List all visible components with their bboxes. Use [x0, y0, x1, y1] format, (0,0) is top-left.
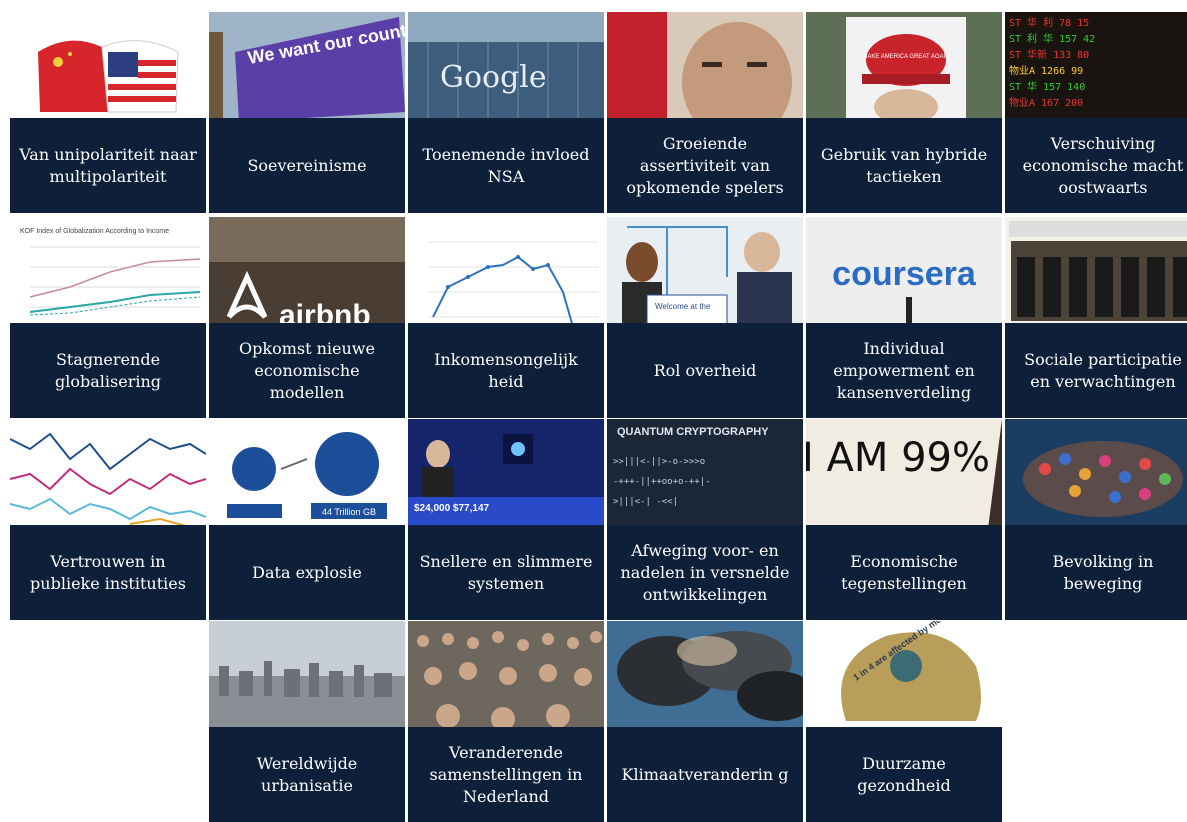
tile-label: Wereldwijde urbanisatie: [209, 727, 405, 822]
tile-label: Veranderende samenstellingen in Nederlan…: [408, 727, 604, 822]
tile-data-explosion[interactable]: 44 Trillion GB Data explosie: [209, 419, 405, 620]
svg-text:-+++-||++oo+o-++|-: -+++-||++oo+o-++|-: [613, 477, 711, 487]
svg-text:物业A 1266 99: 物业A 1266 99: [1009, 64, 1083, 77]
svg-text:ST 华新 133 80: ST 华新 133 80: [1009, 48, 1089, 61]
tile-trust-institutions[interactable]: Vertrouwen in publieke instituties: [10, 419, 206, 620]
tile-label: Opkomst nieuwe economische modellen: [209, 323, 405, 418]
tile-label: Toenemende invloed NSA: [408, 118, 604, 213]
tile-weighing-developments[interactable]: QUANTUM CRYPTOGRAPHY >>|||<-||>-o->>>o -…: [607, 419, 803, 620]
tile-label: Afweging voor- en nadelen in versnelde o…: [607, 525, 803, 620]
smoke-sky-image: [607, 621, 803, 731]
tile-social-participation[interactable]: Sociale participatie en verwachtingen: [1005, 217, 1187, 418]
protest-sign-image: I AM 99%: [806, 419, 1002, 529]
tile-label: Economische tegenstellingen: [806, 525, 1002, 620]
tile-stagnating-globalisation[interactable]: KOF Index of Globalization According to …: [10, 217, 206, 418]
tile-label: Snellere en slimmere systemen: [408, 525, 604, 620]
svg-text:>|||<-| -<<|: >|||<-| -<<|: [613, 497, 678, 507]
tile-population-movement[interactable]: Bevolking in beweging: [1005, 419, 1187, 620]
globes-image: 44 Trillion GB: [209, 419, 405, 529]
globalization-chart-image: KOF Index of Globalization According to …: [10, 217, 206, 327]
red-cap-image: MAKE AMERICA GREAT AGAIN: [806, 12, 1002, 122]
svg-text:>>|||<-||>-o->>>o: >>|||<-||>-o->>>o: [613, 457, 705, 467]
tile-label: Inkomensongelijk heid: [408, 323, 604, 418]
tile-label: Gebruik van hybride tactieken: [806, 118, 1002, 213]
chart-caption: KOF Index of Globalization According to …: [20, 228, 169, 235]
tile-urbanisation[interactable]: Wereldwijde urbanisatie: [209, 621, 405, 822]
stock-board-image: ST 华 利 78 15 ST 利 华 157 42 ST 华新 133 80 …: [1005, 12, 1187, 122]
income-curve-image: [408, 217, 604, 327]
tile-label: Sociale participatie en verwachtingen: [1005, 323, 1187, 418]
svg-text:ST 华 利 78 15: ST 华 利 78 15: [1009, 16, 1089, 29]
tile-economic-contrasts[interactable]: I AM 99% Economische tegenstellingen: [806, 419, 1002, 620]
google-building-image: Google: [408, 12, 604, 122]
tile-label: Klimaatveranderin g: [607, 727, 803, 822]
vote-leave-sign-image: We want our country back Vote to Leave: [209, 12, 405, 122]
tile-individual-empowerment[interactable]: coursera Individual empowerment en kanse…: [806, 217, 1002, 418]
city-skyline-image: [209, 621, 405, 731]
tile-label: Stagnerende globalisering: [10, 323, 206, 418]
google-logo-text: Google: [440, 60, 547, 95]
tile-label: Individual empowerment en kansenverdelin…: [806, 323, 1002, 418]
tile-nsa-influence[interactable]: Google Toenemende invloed NSA: [408, 12, 604, 213]
tile-faster-smarter-systems[interactable]: $24,000 $77,147 Snellere en slimmere sys…: [408, 419, 604, 620]
tile-label: Soevereinisme: [209, 118, 405, 213]
newspaper-image: [1005, 217, 1187, 327]
tile-government-role[interactable]: Welcome at the Rol overheid: [607, 217, 803, 418]
svg-text:ST 利 华 157 42: ST 利 华 157 42: [1009, 32, 1095, 45]
crowd-image: [408, 621, 604, 731]
svg-text:ST 华 157 140: ST 华 157 140: [1009, 80, 1085, 93]
cap-slogan: MAKE AMERICA GREAT AGAIN: [862, 54, 949, 60]
tile-label: Duurzame gezondheid: [806, 727, 1002, 822]
refugee-boat-image: [1005, 419, 1187, 529]
tile-new-economic-models[interactable]: airbnb Opkomst nieuwe economische modell…: [209, 217, 405, 418]
coursera-image: coursera: [806, 217, 1002, 327]
mental-health-head-image: 1 in 4 are affected by mental illness: [806, 621, 1002, 731]
tile-emerging-players[interactable]: Groeiende assertiviteit van opkomende sp…: [607, 12, 803, 213]
score-text: $24,000 $77,147: [414, 503, 490, 514]
tile-climate-change[interactable]: Klimaatveranderin g: [607, 621, 803, 822]
welcome-sign-text: Welcome at the: [655, 302, 711, 311]
tile-label: Rol overheid: [607, 323, 803, 418]
jeopardy-image: $24,000 $77,147: [408, 419, 604, 529]
officials-photo-image: Welcome at the: [607, 217, 803, 327]
tile-label: Groeiende assertiviteit van opkomende sp…: [607, 118, 803, 213]
flags-puzzle-image: [10, 12, 206, 122]
portrait-flag-image: [607, 12, 803, 122]
tile-sustainable-health[interactable]: 1 in 4 are affected by mental illness Du…: [806, 621, 1002, 822]
tile-sovereignism[interactable]: We want our country back Vote to Leave S…: [209, 12, 405, 213]
tile-label: Verschuiving economische macht oostwaart…: [1005, 118, 1187, 213]
tile-multipolarity[interactable]: Van unipolariteit naar multipolariteit: [10, 12, 206, 213]
quantum-cryptography-image: QUANTUM CRYPTOGRAPHY >>|||<-||>-o->>>o -…: [607, 419, 803, 529]
airbnb-image: airbnb: [209, 217, 405, 327]
tile-economic-shift-east[interactable]: ST 华 利 78 15 ST 利 华 157 42 ST 华新 133 80 …: [1005, 12, 1187, 213]
tile-dutch-demographics[interactable]: Veranderende samenstellingen in Nederlan…: [408, 621, 604, 822]
quantum-title: QUANTUM CRYPTOGRAPHY: [617, 426, 769, 438]
globe-caption: 44 Trillion GB: [322, 507, 376, 517]
tile-label: Data explosie: [209, 525, 405, 620]
protest-sign-text: I AM 99%: [806, 435, 990, 481]
tile-hybrid-tactics[interactable]: MAKE AMERICA GREAT AGAIN Gebruik van hyb…: [806, 12, 1002, 213]
tile-label: Vertrouwen in publieke instituties: [10, 525, 206, 620]
svg-text:物业A 167 200: 物业A 167 200: [1009, 96, 1083, 109]
tile-label: Van unipolariteit naar multipolariteit: [10, 118, 206, 213]
trust-chart-image: [10, 419, 206, 529]
tile-income-inequality[interactable]: Inkomensongelijk heid: [408, 217, 604, 418]
tile-label: Bevolking in beweging: [1005, 525, 1187, 620]
coursera-wordmark: coursera: [832, 255, 977, 293]
